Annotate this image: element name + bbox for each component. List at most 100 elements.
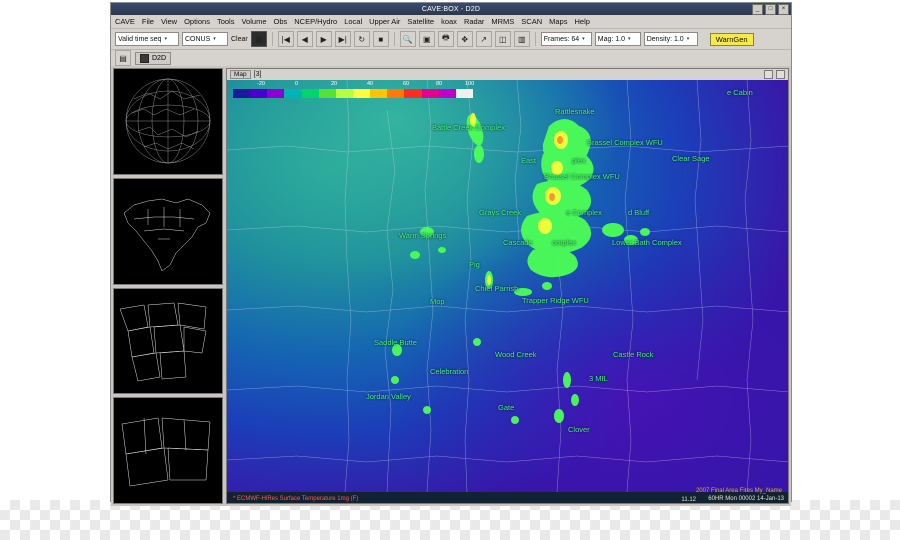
colorbar-seg-5 (318, 89, 336, 98)
map-label-d-bluff: d Bluff (628, 208, 650, 217)
map-tab[interactable]: Map [3] (230, 70, 261, 79)
menu-item-view[interactable]: View (161, 17, 177, 26)
close-button[interactable]: × (778, 4, 789, 15)
d2d-icon (140, 53, 149, 63)
chevron-down-icon: ▾ (213, 36, 216, 42)
menu-item-volume[interactable]: Volume (241, 17, 266, 26)
panel-two-icon[interactable]: ◫ (494, 31, 511, 47)
pan-icon[interactable]: ✥ (456, 31, 473, 47)
menu-item-radar[interactable]: Radar (464, 17, 484, 26)
minimize-button[interactable]: _ (752, 4, 763, 15)
menu-item-cave[interactable]: CAVE (115, 17, 135, 26)
colorbar-label-0: -20 (257, 81, 265, 87)
layers-icon[interactable]: ▤ (115, 50, 131, 66)
map-label-cascade: Cascade (503, 238, 533, 247)
thumbnail-regional[interactable] (113, 397, 223, 504)
map-label-mop: Mop (430, 297, 445, 306)
valid-time-select[interactable]: Valid time seq ▾ (115, 32, 179, 46)
colorbar-seg-11 (421, 89, 439, 98)
stop-icon[interactable]: ■ (372, 31, 389, 47)
map-label-chief-parrish: Chief Parrish (475, 284, 519, 293)
toolbar-separator (271, 32, 273, 46)
map-label-rattlesnake: Rattlesnake (555, 107, 595, 116)
prev-frame-icon[interactable]: ◀ (296, 31, 313, 47)
map-panel: Map [3] -20 0 20 40 60 80 100 e Cabin Ra… (226, 68, 789, 504)
colorbar-label-6: 100 (465, 81, 475, 87)
colorbar[interactable] (233, 89, 473, 98)
map-label-warm-springs: Warm Springs (399, 231, 447, 240)
maximize-panel-icon[interactable] (776, 70, 785, 79)
toolbar-separator (534, 32, 536, 46)
menu-item-mrms[interactable]: MRMS (491, 17, 514, 26)
colorbar-seg-9 (387, 89, 405, 98)
chevron-down-icon: ▾ (164, 36, 167, 42)
warngen-button[interactable]: WarnGen (709, 32, 754, 46)
menu-item-upper-air[interactable]: Upper Air (369, 17, 400, 26)
scale-select[interactable]: CONUS ▾ (182, 32, 228, 46)
menu-item-tools[interactable]: Tools (217, 17, 235, 26)
colorbar-seg-6 (335, 89, 353, 98)
map-label-lower-bath-complex: Lower Bath Complex (612, 238, 682, 247)
frames-select[interactable]: Frames: 64 ▾ (540, 32, 592, 46)
colorbar-seg-4 (301, 89, 319, 98)
menu-item-file[interactable]: File (142, 17, 154, 26)
restore-panel-icon[interactable] (764, 70, 773, 79)
thumbnail-polar-projection[interactable] (113, 68, 223, 175)
print-icon[interactable]: 🖶 (437, 31, 454, 47)
select-region-icon[interactable]: ▦ (250, 31, 267, 47)
map-label-celebration: Celebration (430, 367, 469, 376)
map-label-battle-creek-complex: Battle Creek Complex (432, 123, 505, 132)
density-select[interactable]: Density: 1.0 ▾ (643, 32, 698, 46)
menu-item-maps[interactable]: Maps (549, 17, 567, 26)
menu-item-help[interactable]: Help (574, 17, 589, 26)
last-frame-icon[interactable]: ▶| (334, 31, 351, 47)
colorbar-label-3: 40 (367, 81, 374, 87)
window-controls: _ □ × (752, 4, 789, 15)
map-label-clover: Clover (568, 425, 590, 434)
window-title: CAVE:BOX - D2D (421, 5, 481, 13)
loop-icon[interactable]: ↻ (353, 31, 370, 47)
first-frame-icon[interactable]: |◀ (277, 31, 294, 47)
map-label-omplex: omplex (552, 238, 577, 247)
forecast-timestamp: 60HR Mon 00002 14-Jan-13 (708, 496, 784, 502)
clear-button[interactable]: Clear (231, 36, 248, 43)
chevron-down-icon: ▾ (686, 36, 690, 42)
image-properties-icon[interactable]: ▣ (418, 31, 435, 47)
d2d-perspective-button[interactable]: D2D (135, 51, 172, 65)
map-label-grays-creek: Grays Creek (479, 208, 522, 217)
menu-item-koax[interactable]: koax (441, 17, 457, 26)
map-label-gate: Gate (498, 403, 515, 412)
colorbar-label-4: 60 (403, 81, 410, 87)
product-value: 11.12 (681, 497, 696, 503)
map-tab-title: Map (230, 70, 251, 79)
menu-item-scan[interactable]: SCAN (521, 17, 542, 26)
panel-four-icon[interactable]: ▥ (513, 31, 530, 47)
density-value: Density: 1.0 (646, 35, 684, 43)
magnification-value: Mag: 1.0 (597, 35, 625, 43)
menu-item-local[interactable]: Local (344, 17, 362, 26)
map-tab-controls (764, 70, 785, 79)
menu-item-ncep-hydro[interactable]: NCEP/Hydro (294, 17, 337, 26)
magnifier-icon[interactable]: 🔍 (399, 31, 416, 47)
thumbnail-north-america[interactable] (113, 177, 223, 285)
next-frame-icon[interactable]: ▶ (315, 31, 332, 47)
map-canvas[interactable]: -20 0 20 40 60 80 100 e Cabin Rattlesnak… (227, 80, 788, 503)
maximize-button[interactable]: □ (765, 4, 776, 15)
menu-item-obs[interactable]: Obs (274, 17, 288, 26)
map-label-wood-creek: Wood Creek (495, 350, 537, 359)
magnification-select[interactable]: Mag: 1.0 ▾ (594, 32, 641, 46)
menu-item-options[interactable]: Options (184, 17, 210, 26)
menu-item-satellite[interactable]: Satellite (407, 17, 434, 26)
map-label-clear-sage: Clear Sage (672, 154, 710, 163)
map-tab-badge: [3] (253, 71, 262, 78)
workspace: Map [3] -20 0 20 40 60 80 100 e Cabin Ra… (111, 66, 791, 506)
map-label-brassel-complex-wfu-2: Brassel Complex WFU (544, 172, 620, 181)
arrow-icon[interactable]: ↗ (475, 31, 492, 47)
fire-dataset-label: 2007 Final Area Fires My_Name (695, 488, 782, 494)
colorbar-seg-0 (233, 89, 251, 98)
map-label-pig: Pig (469, 260, 480, 269)
map-label-east: East (521, 156, 537, 165)
colorbar-seg-3 (284, 89, 302, 98)
thumbnail-states-detail[interactable] (113, 287, 223, 395)
colorbar-seg-8 (370, 89, 388, 98)
